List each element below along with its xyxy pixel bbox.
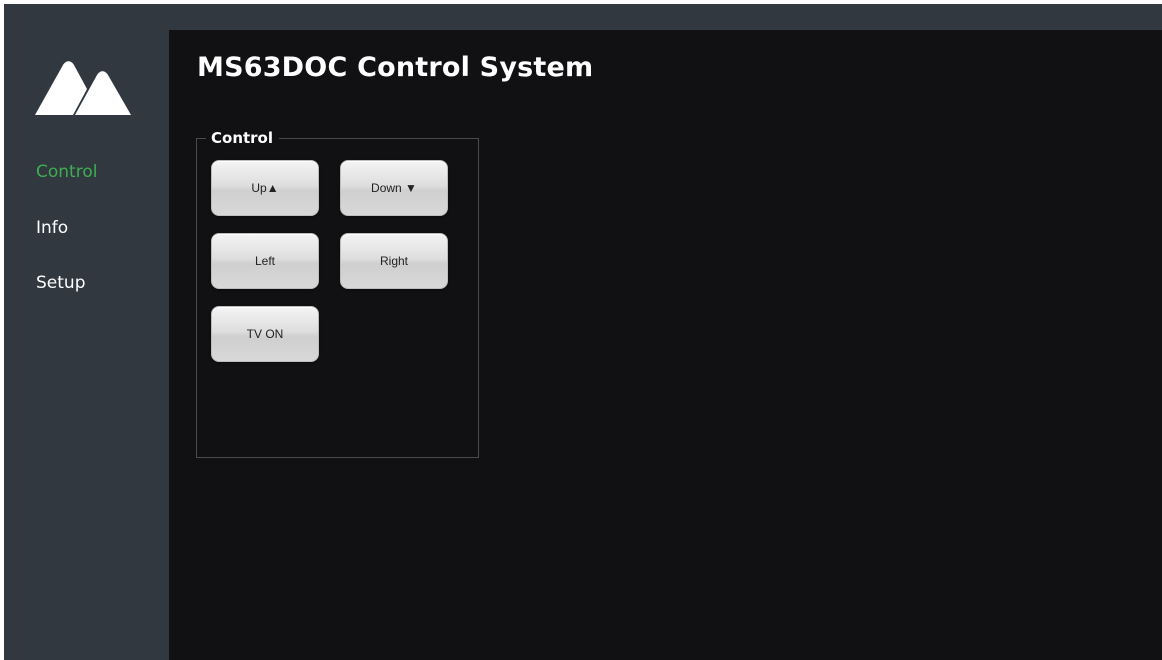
right-button[interactable]: Right xyxy=(340,233,448,289)
top-bar xyxy=(4,4,1162,30)
sidebar-item-control[interactable]: Control xyxy=(36,160,97,184)
control-legend: Control xyxy=(206,128,280,148)
main-content: MS63DOC Control System Control Up▲ Down … xyxy=(169,30,1162,660)
brand-logo-icon xyxy=(35,51,135,115)
up-button[interactable]: Up▲ xyxy=(211,160,319,216)
down-button[interactable]: Down ▼ xyxy=(340,160,448,216)
sidebar: Control Info Setup xyxy=(4,4,169,660)
left-button[interactable]: Left xyxy=(211,233,319,289)
app-window: Control Info Setup MS63DOC Control Syste… xyxy=(4,4,1162,660)
sidebar-item-setup[interactable]: Setup xyxy=(36,271,85,295)
tv-on-button[interactable]: TV ON xyxy=(211,306,319,362)
sidebar-item-info[interactable]: Info xyxy=(36,216,68,240)
page-title: MS63DOC Control System xyxy=(197,52,594,83)
control-fieldset: Control Up▲ Down ▼ Left Right TV ON xyxy=(196,128,479,458)
